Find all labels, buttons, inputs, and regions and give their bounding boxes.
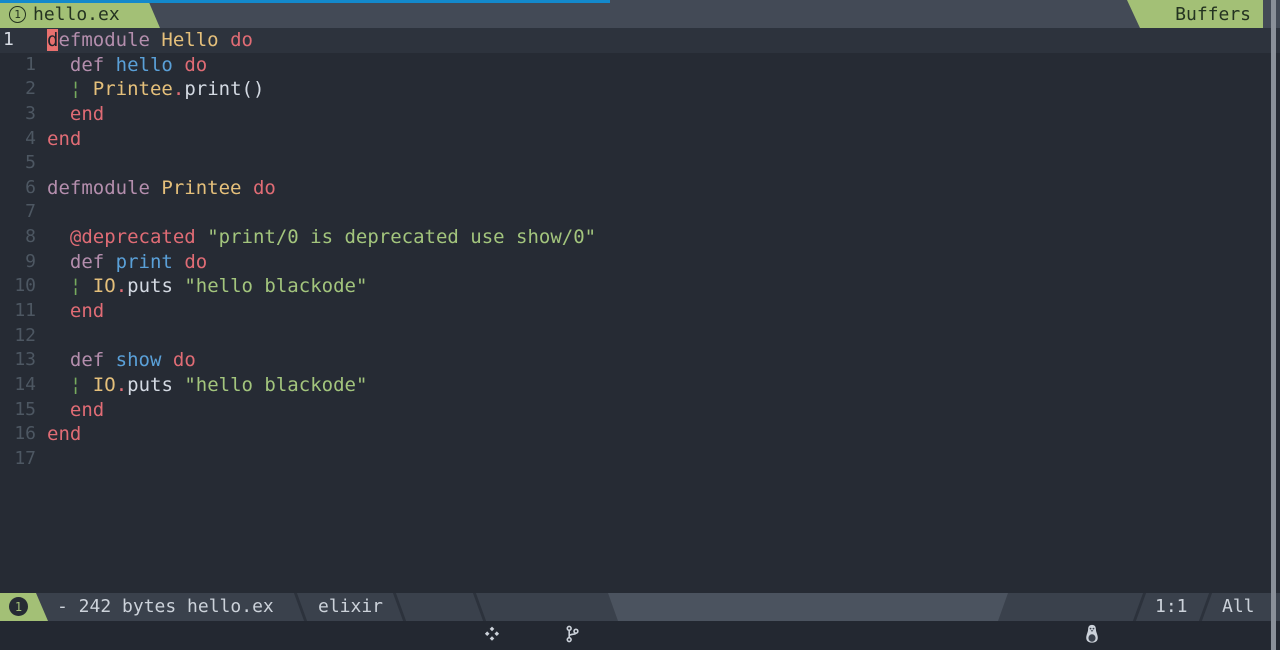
line-number: 9 bbox=[25, 250, 36, 272]
line-number: 15 bbox=[14, 398, 36, 420]
line-number: 14 bbox=[14, 373, 36, 395]
code-text: end bbox=[69, 300, 105, 323]
window-focus-border bbox=[0, 0, 610, 3]
git-branch-segment: master bbox=[500, 593, 630, 642]
code-line[interactable]: 1 def hello do bbox=[0, 53, 1280, 78]
code-line[interactable]: 13 def show do bbox=[0, 348, 1280, 373]
file-info: - 242 bytes hello.ex bbox=[57, 596, 274, 617]
line-number: 16 bbox=[14, 423, 36, 445]
line-number: 10 bbox=[14, 275, 36, 297]
scrollbar[interactable] bbox=[1271, 0, 1276, 650]
line-number: 13 bbox=[14, 349, 36, 371]
code-text: def print do bbox=[69, 250, 208, 273]
code-text: end bbox=[69, 102, 105, 125]
code-line[interactable]: 11 end bbox=[0, 299, 1280, 324]
code-text: @deprecated "print/0 is deprecated use s… bbox=[69, 226, 597, 249]
code-text: defmodule Hello do bbox=[47, 29, 253, 51]
buffer-count-icon: 1 bbox=[9, 597, 28, 616]
code-line[interactable]: 16 end bbox=[0, 422, 1280, 447]
code-text: ¦ Printee.print() bbox=[69, 78, 265, 101]
code-line[interactable]: 15 end bbox=[0, 398, 1280, 423]
tabline: 1 hello.ex Buffers bbox=[0, 0, 1280, 28]
buffers-label: Buffers bbox=[1175, 3, 1251, 25]
tab-hello-ex[interactable]: 1 hello.ex bbox=[0, 0, 160, 28]
buffers-label-tab[interactable]: Buffers bbox=[1127, 0, 1263, 28]
code-lines[interactable]: 1 defmodule Hello do 1 def hello do 2 ¦ Pri… bbox=[0, 28, 1280, 472]
line-number: 1 bbox=[3, 29, 14, 50]
code-text: def show do bbox=[69, 349, 196, 372]
os-encoding-segment: | utf-8 bbox=[1018, 593, 1137, 643]
code-line[interactable]: 14 ¦ IO.puts "hello blackode" bbox=[0, 373, 1280, 398]
line-number: 17 bbox=[14, 447, 36, 469]
line-number: 11 bbox=[14, 300, 36, 322]
code-line[interactable]: 6 defmodule Printee do bbox=[0, 176, 1280, 201]
code-text: end bbox=[69, 398, 105, 421]
statusline-separator bbox=[1198, 593, 1213, 621]
code-text: defmodule Printee do bbox=[47, 176, 276, 199]
line-number: 2 bbox=[25, 78, 36, 100]
line-number: 3 bbox=[25, 102, 36, 124]
line-number: 6 bbox=[25, 176, 36, 198]
code-text: end bbox=[47, 127, 82, 150]
code-line[interactable]: 9 def print do bbox=[0, 250, 1280, 275]
cursor-position: 1:1 bbox=[1155, 596, 1188, 617]
buffer-number-icon: 1 bbox=[9, 5, 26, 23]
code-text: end bbox=[47, 423, 82, 446]
code-line[interactable]: 2 ¦ Printee.print() bbox=[0, 77, 1280, 102]
code-line[interactable]: 3 end bbox=[0, 102, 1280, 127]
code-line[interactable]: 1 defmodule Hello do bbox=[0, 28, 1280, 53]
text-cursor: d bbox=[47, 29, 59, 51]
indent-guide: ¦ bbox=[69, 373, 82, 396]
vim-editor-window: 1 hello.ex Buffers 1 defmodule Hello do 1 … bbox=[0, 0, 1280, 650]
tab-filename: hello.ex bbox=[33, 3, 120, 25]
indent-guide: ¦ bbox=[69, 275, 82, 298]
indent-guide: ¦ bbox=[69, 78, 82, 101]
git-branch-icon bbox=[566, 625, 579, 642]
statusline-fill-segment bbox=[608, 593, 1008, 621]
code-line[interactable]: 17 bbox=[0, 447, 1280, 472]
statusline-separator bbox=[293, 593, 308, 621]
linux-penguin-icon bbox=[1086, 624, 1098, 643]
code-line[interactable]: 8 @deprecated "print/0 is deprecated use… bbox=[0, 225, 1280, 250]
statusline-separator bbox=[392, 593, 407, 621]
line-number: 5 bbox=[25, 152, 36, 174]
statusline: 1 - 242 bytes hello.ex elixir s bbox=[0, 593, 1280, 643]
code-text: ¦ IO.puts "hello blackode" bbox=[69, 373, 368, 396]
plugin-icons: s bbox=[419, 593, 502, 641]
filetype-label: elixir bbox=[318, 596, 384, 617]
code-line[interactable]: 12 bbox=[0, 324, 1280, 349]
line-number: 1 bbox=[25, 53, 36, 75]
code-line[interactable]: 10 ¦ IO.puts "hello blackode" bbox=[0, 274, 1280, 299]
code-line[interactable]: 7 bbox=[0, 200, 1280, 225]
line-number: 4 bbox=[25, 127, 36, 149]
scroll-indicator: All bbox=[1222, 596, 1255, 617]
code-line[interactable]: 4 end bbox=[0, 127, 1280, 152]
code-line[interactable]: 5 bbox=[0, 151, 1280, 176]
diamond-icon bbox=[484, 626, 500, 641]
line-number: 12 bbox=[14, 324, 36, 346]
code-text: ¦ IO.puts "hello blackode" bbox=[69, 275, 368, 298]
code-text: def hello do bbox=[69, 53, 208, 76]
line-number: 8 bbox=[25, 226, 36, 248]
line-number: 7 bbox=[25, 201, 36, 223]
